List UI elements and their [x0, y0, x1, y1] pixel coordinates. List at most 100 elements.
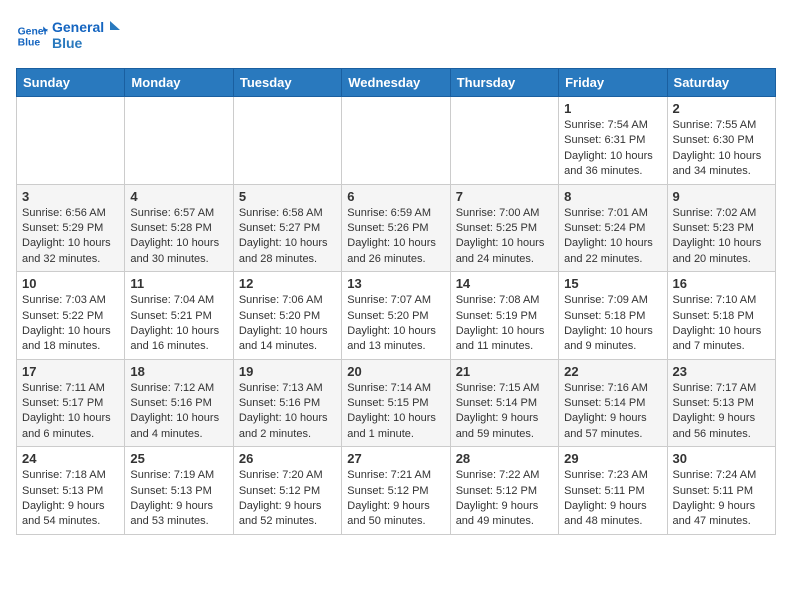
day-number: 21 — [456, 364, 553, 379]
day-info: Sunset: 5:12 PM — [347, 484, 444, 499]
calendar-cell: 24Sunrise: 7:18 AMSunset: 5:13 PMDayligh… — [17, 447, 125, 535]
day-info: Sunset: 5:26 PM — [347, 221, 444, 236]
day-info: Sunset: 5:13 PM — [22, 484, 119, 499]
day-number: 30 — [673, 451, 770, 466]
day-info: Sunrise: 6:58 AM — [239, 206, 336, 221]
day-info: Sunset: 5:27 PM — [239, 221, 336, 236]
calendar-cell: 23Sunrise: 7:17 AMSunset: 5:13 PMDayligh… — [667, 359, 775, 447]
day-info: Sunset: 5:17 PM — [22, 396, 119, 411]
day-info: Sunrise: 7:03 AM — [22, 293, 119, 308]
calendar-cell: 3 Sunrise: 6:56 AMSunset: 5:29 PMDaylight… — [17, 184, 125, 272]
day-info: Daylight: 10 hours and 32 minutes. — [22, 236, 119, 267]
day-info: Daylight: 10 hours and 16 minutes. — [130, 324, 227, 355]
day-number: 3 — [22, 189, 119, 204]
day-number: 19 — [239, 364, 336, 379]
day-info: Sunrise: 6:59 AM — [347, 206, 444, 221]
day-info: Daylight: 9 hours and 56 minutes. — [673, 411, 770, 442]
day-info: Daylight: 10 hours and 6 minutes. — [22, 411, 119, 442]
day-info: Sunrise: 7:15 AM — [456, 381, 553, 396]
calendar-cell: 10Sunrise: 7:03 AMSunset: 5:22 PMDayligh… — [17, 272, 125, 360]
calendar-cell: 20Sunrise: 7:14 AMSunset: 5:15 PMDayligh… — [342, 359, 450, 447]
calendar-cell: 5Sunrise: 6:58 AMSunset: 5:27 PMDaylight… — [233, 184, 341, 272]
day-info: Sunrise: 7:12 AM — [130, 381, 227, 396]
day-info: Sunset: 5:22 PM — [22, 309, 119, 324]
day-number: 2 — [673, 101, 770, 116]
header-thursday: Thursday — [450, 69, 558, 97]
day-number: 10 — [22, 276, 119, 291]
header-monday: Monday — [125, 69, 233, 97]
week-row-3: 10 Sunrise: 7:03 AMSunset: 5:22 PM Dayligh… — [17, 272, 776, 360]
calendar-cell — [450, 97, 558, 185]
day-info: Sunrise: 7:22 AM — [456, 468, 553, 483]
day-info: Sunset: 5:29 PM — [22, 221, 119, 236]
day-info: Sunset: 5:28 PM — [130, 221, 227, 236]
day-number: 16 — [673, 276, 770, 291]
week-row-1: 1Sunrise: 7:54 AMSunset: 6:31 PMDaylight… — [17, 97, 776, 185]
day-number: 18 — [130, 364, 227, 379]
day-info: Sunset: 5:20 PM — [239, 309, 336, 324]
day-number: 8 — [564, 189, 661, 204]
day-info: Sunrise: 7:10 AM — [673, 293, 770, 308]
week-row-5: 24Sunrise: 7:18 AMSunset: 5:13 PMDayligh… — [17, 447, 776, 535]
calendar-cell — [342, 97, 450, 185]
day-info: Sunset: 5:16 PM — [130, 396, 227, 411]
day-info: Sunset: 5:13 PM — [130, 484, 227, 499]
day-info: Daylight: 9 hours and 54 minutes. — [22, 499, 119, 530]
day-info: Sunset: 5:19 PM — [456, 309, 553, 324]
day-info: Sunset: 5:14 PM — [456, 396, 553, 411]
calendar-cell: 13Sunrise: 7:07 AMSunset: 5:20 PMDayligh… — [342, 272, 450, 360]
header-sunday: Sunday — [17, 69, 125, 97]
day-info: Daylight: 9 hours and 50 minutes. — [347, 499, 444, 530]
calendar-cell — [125, 97, 233, 185]
day-info: Daylight: 10 hours and 26 minutes. — [347, 236, 444, 267]
calendar-cell: 14Sunrise: 7:08 AMSunset: 5:19 PMDayligh… — [450, 272, 558, 360]
day-number: 23 — [673, 364, 770, 379]
calendar-cell: 19Sunrise: 7:13 AMSunset: 5:16 PMDayligh… — [233, 359, 341, 447]
day-info: Daylight: 9 hours and 57 minutes. — [564, 411, 661, 442]
day-number: 15 — [564, 276, 661, 291]
day-info: Sunrise: 7:14 AM — [347, 381, 444, 396]
day-number: 20 — [347, 364, 444, 379]
header-friday: Friday — [559, 69, 667, 97]
day-info: Sunrise: 7:13 AM — [239, 381, 336, 396]
day-number: 25 — [130, 451, 227, 466]
day-info: Daylight: 10 hours and 2 minutes. — [239, 411, 336, 442]
day-number: 14 — [456, 276, 553, 291]
day-number: 29 — [564, 451, 661, 466]
day-info: Sunset: 5:21 PM — [130, 309, 227, 324]
calendar-cell: 21 Sunrise: 7:15 AMSunset: 5:14 PMDayligh… — [450, 359, 558, 447]
calendar-cell — [17, 97, 125, 185]
calendar-cell: 29Sunrise: 7:23 AMSunset: 5:11 PMDayligh… — [559, 447, 667, 535]
day-info: Sunrise: 7:19 AM — [130, 468, 227, 483]
calendar-cell: 6Sunrise: 6:59 AMSunset: 5:26 PMDaylight… — [342, 184, 450, 272]
day-info: Daylight: 9 hours and 53 minutes. — [130, 499, 227, 530]
day-info: Sunrise: 7:07 AM — [347, 293, 444, 308]
day-number: 22 — [564, 364, 661, 379]
calendar-cell: 16Sunrise: 7:10 AMSunset: 5:18 PMDayligh… — [667, 272, 775, 360]
day-info: Sunrise: 7:17 AM — [673, 381, 770, 396]
day-info: Sunrise: 7:21 AM — [347, 468, 444, 483]
day-info: Daylight: 10 hours and 11 minutes. — [456, 324, 553, 355]
day-number: 27 — [347, 451, 444, 466]
calendar-cell: 12Sunrise: 7:06 AMSunset: 5:20 PMDayligh… — [233, 272, 341, 360]
svg-text:General: General — [52, 19, 104, 35]
week-row-4: 17Sunrise: 7:11 AMSunset: 5:17 PMDayligh… — [17, 359, 776, 447]
logo: General Blue General Blue — [16, 16, 122, 56]
day-info: Daylight: 9 hours and 48 minutes. — [564, 499, 661, 530]
day-info: Daylight: 10 hours and 24 minutes. — [456, 236, 553, 267]
day-info: Sunset: 5:18 PM — [564, 309, 661, 324]
day-info: Sunset: 5:15 PM — [347, 396, 444, 411]
calendar-cell: 15Sunrise: 7:09 AMSunset: 5:18 PMDayligh… — [559, 272, 667, 360]
day-info: Sunrise: 6:56 AM — [22, 206, 119, 221]
day-info: Daylight: 10 hours and 9 minutes. — [564, 324, 661, 355]
day-info: Daylight: 9 hours and 59 minutes. — [456, 411, 553, 442]
calendar-table: SundayMondayTuesdayWednesdayThursdayFrid… — [16, 68, 776, 535]
calendar-cell: 1Sunrise: 7:54 AMSunset: 6:31 PMDaylight… — [559, 97, 667, 185]
calendar-cell: 2Sunrise: 7:55 AMSunset: 6:30 PMDaylight… — [667, 97, 775, 185]
calendar-cell: 28Sunrise: 7:22 AMSunset: 5:12 PMDayligh… — [450, 447, 558, 535]
logo-icon: General Blue — [16, 20, 48, 52]
svg-text:Blue: Blue — [52, 35, 83, 51]
day-info: Sunrise: 7:23 AM — [564, 468, 661, 483]
day-info: Sunset: 5:12 PM — [239, 484, 336, 499]
day-info: Sunset: 5:12 PM — [456, 484, 553, 499]
